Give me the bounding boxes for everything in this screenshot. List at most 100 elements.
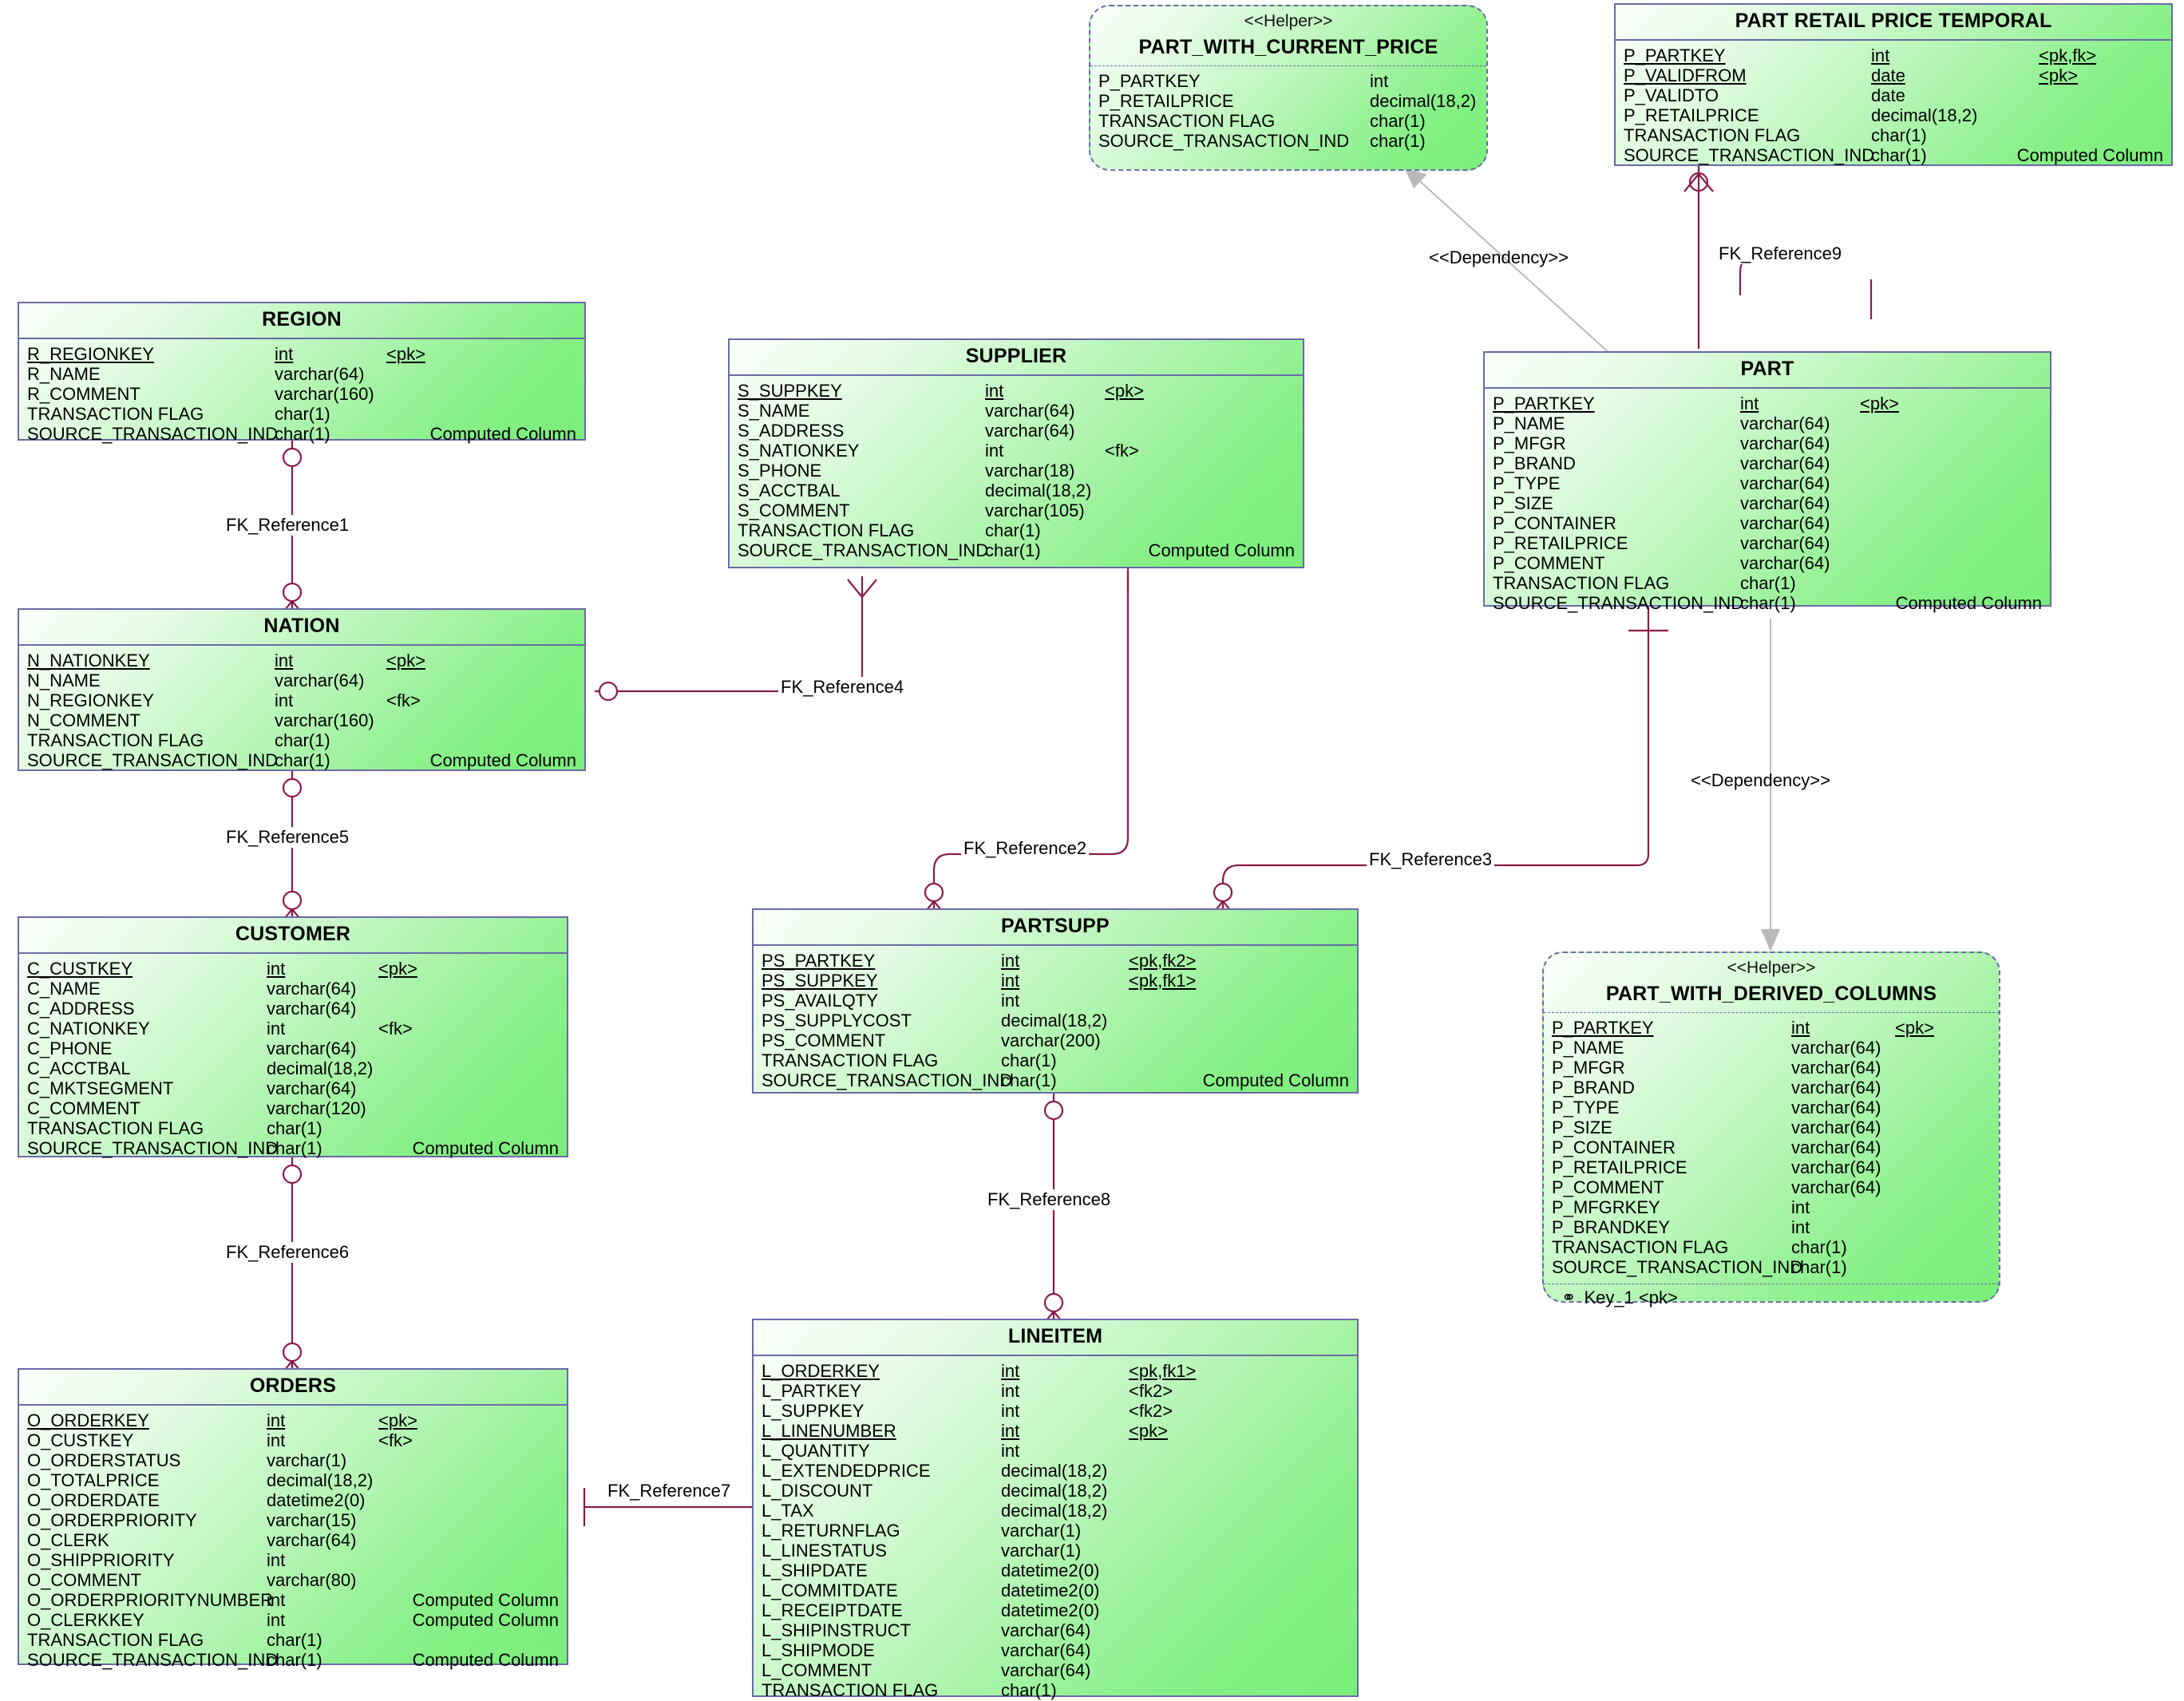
attribute-type: char(1)	[1871, 125, 1927, 145]
attribute-name: S_ACCTBAL	[738, 480, 841, 500]
attribute-name: SOURCE_TRANSACTION_IND	[27, 750, 279, 770]
attribute-type: datetime2(0)	[1001, 1560, 1100, 1580]
fk-reference9-label: FK_Reference9	[1716, 243, 1845, 264]
attribute-row: L_SHIPDATE datetime2(0)	[754, 1561, 1357, 1580]
attribute-type: int	[1791, 1216, 1810, 1237]
attribute-row: O_ORDERKEY int <pk>	[19, 1410, 567, 1430]
attribute-type: char(1)	[275, 750, 330, 770]
entity-region[interactable]: REGION R_REGIONKEY int <pk> R_NAME varchar(6…	[18, 302, 586, 444]
attribute-computed-note: Computed Column	[412, 1649, 559, 1670]
attribute-row: O_ORDERDATE datetime2(0)	[19, 1490, 567, 1510]
attribute-type: date	[1871, 65, 1905, 85]
attribute-list: S_SUPPKEY int <pk> S_NAME varchar(64) S_ADDRE…	[730, 376, 1303, 567]
entity-orders[interactable]: ORDERS O_ORDERKEY int <pk> O_CUSTKEY int <fk>…	[18, 1368, 568, 1670]
attribute-name: O_ORDERDATE	[27, 1489, 160, 1510]
attribute-type: char(1)	[1791, 1236, 1847, 1257]
attribute-row: P_PARTKEY int <pk>	[1485, 394, 2050, 413]
attribute-type: int	[1370, 70, 1389, 91]
attribute-name: P_VALIDFROM	[1624, 65, 1747, 85]
key-row-label: Key_1 <pk>	[1584, 1287, 1678, 1307]
entity-title: PART	[1485, 353, 2050, 389]
attribute-name: P_RETAILPRICE	[1098, 90, 1234, 111]
attribute-row: C_MKTSEGMENT varchar(64)	[19, 1078, 567, 1098]
attribute-row: SOURCE_TRANSACTION_INDchar(1) Computed Co…	[730, 540, 1303, 560]
attribute-name: P_SIZE	[1493, 492, 1553, 513]
attribute-row: TRANSACTION FLAG char(1)	[19, 1630, 567, 1650]
attribute-row: PS_AVAILQTY int	[754, 991, 1357, 1011]
attribute-type: varchar(64)	[1791, 1097, 1881, 1118]
attribute-name: P_PARTKEY	[1493, 393, 1595, 413]
attribute-name: O_ORDERKEY	[27, 1410, 149, 1430]
attribute-name: C_NATIONKEY	[27, 1018, 150, 1038]
attribute-type: int	[1001, 950, 1020, 971]
attribute-type: int	[275, 650, 294, 671]
attribute-key-marker: <pk>	[1860, 393, 1899, 413]
entity-nation[interactable]: NATION N_NATIONKEY int <pk> N_NAME varchar(6…	[18, 608, 586, 771]
attribute-row: C_NATIONKEY int <fk>	[19, 1019, 567, 1038]
entity-lineitem[interactable]: LINEITEM L_ORDERKEY int <pk,fk1> L_PARTKEY i…	[752, 1319, 1359, 1701]
attribute-type: decimal(18,2)	[1001, 1500, 1108, 1521]
attribute-name: O_CLERKKEY	[27, 1609, 144, 1630]
attribute-row: SOURCE_TRANSACTION_INDchar(1) Computed Co…	[1485, 593, 2050, 613]
attribute-type: varchar(64)	[1791, 1057, 1881, 1078]
attribute-name: P_BRAND	[1493, 453, 1576, 473]
attribute-row: O_CLERKKEY int Computed Column	[19, 1610, 567, 1630]
attribute-row: P_PARTKEY int	[1090, 71, 1486, 91]
attribute-row: TRANSACTION FLAG char(1)	[754, 1680, 1357, 1700]
attribute-type: char(1)	[1740, 592, 1796, 613]
attribute-name: PS_AVAILQTY	[762, 990, 878, 1011]
attribute-type: varchar(64)	[1001, 1640, 1091, 1660]
attribute-name: P_MFGR	[1552, 1057, 1625, 1078]
attribute-type: varchar(64)	[1740, 433, 1830, 453]
attribute-row: C_ACCTBAL decimal(18,2)	[19, 1058, 567, 1078]
attribute-row: P_RETAILPRICE decimal(18,2)	[1090, 91, 1486, 111]
attribute-key-marker: <pk>	[1129, 1420, 1168, 1441]
attribute-type: varchar(64)	[985, 420, 1075, 441]
fk-reference5-label: FK_Reference5	[224, 827, 352, 848]
entity-part-with-derived-columns[interactable]: <<Helper>> PART_WITH_DERIVED_COLUMNS P_P…	[1542, 951, 2000, 1307]
entity-supplier[interactable]: SUPPLIER S_SUPPKEY int <pk> S_NAME varchar(6…	[728, 338, 1304, 568]
attribute-name: S_PHONE	[738, 460, 822, 481]
attribute-type: varchar(64)	[1740, 492, 1830, 513]
attribute-row: R_COMMENT varchar(160)	[19, 384, 584, 404]
attribute-row: P_TYPE varchar(64)	[1485, 473, 2050, 493]
attribute-type: decimal(18,2)	[267, 1470, 374, 1490]
entity-title: SUPPLIER	[730, 340, 1303, 376]
attribute-name: C_NAME	[27, 978, 101, 999]
entity-partsupp[interactable]: PARTSUPP PS_PARTKEY int <pk,fk2> PS_SUPPKEY…	[752, 908, 1359, 1094]
attribute-row: O_COMMENT varchar(80)	[19, 1570, 567, 1590]
attribute-type: varchar(18)	[985, 460, 1075, 481]
attribute-row: L_SHIPMODE varchar(64)	[754, 1640, 1357, 1660]
attribute-name: PS_SUPPKEY	[762, 970, 878, 991]
attribute-type: int	[1001, 1420, 1020, 1441]
attribute-row: P_MFGR varchar(64)	[1544, 1058, 1999, 1078]
dependency-label-derived-columns: <<Dependency>>	[1691, 770, 1830, 790]
attribute-key-marker: <fk>	[386, 690, 421, 710]
attribute-name: P_COMMENT	[1493, 552, 1605, 573]
entity-title: REGION	[19, 303, 584, 339]
attribute-key-marker: <pk>	[386, 650, 425, 671]
attribute-row: S_SUPPKEY int <pk>	[730, 381, 1303, 401]
attribute-row: P_BRANDKEY int	[1544, 1217, 1999, 1237]
attribute-name: P_PARTKEY	[1624, 45, 1726, 65]
attribute-row: P_PARTKEY int <pk,fk>	[1616, 45, 2171, 65]
attribute-row: L_RETURNFLAG varchar(1)	[754, 1521, 1357, 1541]
attribute-name: L_PARTKEY	[762, 1380, 862, 1401]
attribute-list: R_REGIONKEY int <pk> R_NAME varchar(64) R_COM…	[19, 339, 584, 450]
attribute-name: L_SUPPKEY	[762, 1400, 864, 1421]
attribute-row: SOURCE_TRANSACTION_INDchar(1) Computed Co…	[19, 1650, 567, 1670]
attribute-name: L_SHIPMODE	[762, 1640, 875, 1660]
entity-title: ORDERS	[19, 1370, 567, 1406]
entity-customer[interactable]: CUSTOMER C_CUSTKEY int <pk> C_NAME varchar(6…	[18, 916, 568, 1158]
attribute-type: int	[267, 1410, 286, 1430]
attribute-name: O_SHIPPRIORITY	[27, 1549, 175, 1570]
attribute-computed-note: Computed Column	[429, 750, 576, 770]
attribute-row: L_LINENUMBER int <pk>	[754, 1421, 1357, 1441]
entity-part[interactable]: PART P_PARTKEY int <pk> P_NAME varchar(64) P_…	[1483, 351, 2051, 613]
attribute-name: SOURCE_TRANSACTION_IND	[762, 1070, 1013, 1090]
entity-part-with-current-price[interactable]: <<Helper>> PART_WITH_CURRENT_PRICE P_PAR…	[1089, 5, 1488, 171]
attribute-row: C_PHONE varchar(64)	[19, 1038, 567, 1058]
entity-part-retail-price-temporal[interactable]: PART RETAIL PRICE TEMPORAL P_PARTKEY int <…	[1614, 3, 2173, 166]
attribute-row: N_NAME varchar(64)	[19, 671, 584, 690]
attribute-type: char(1)	[985, 520, 1041, 540]
